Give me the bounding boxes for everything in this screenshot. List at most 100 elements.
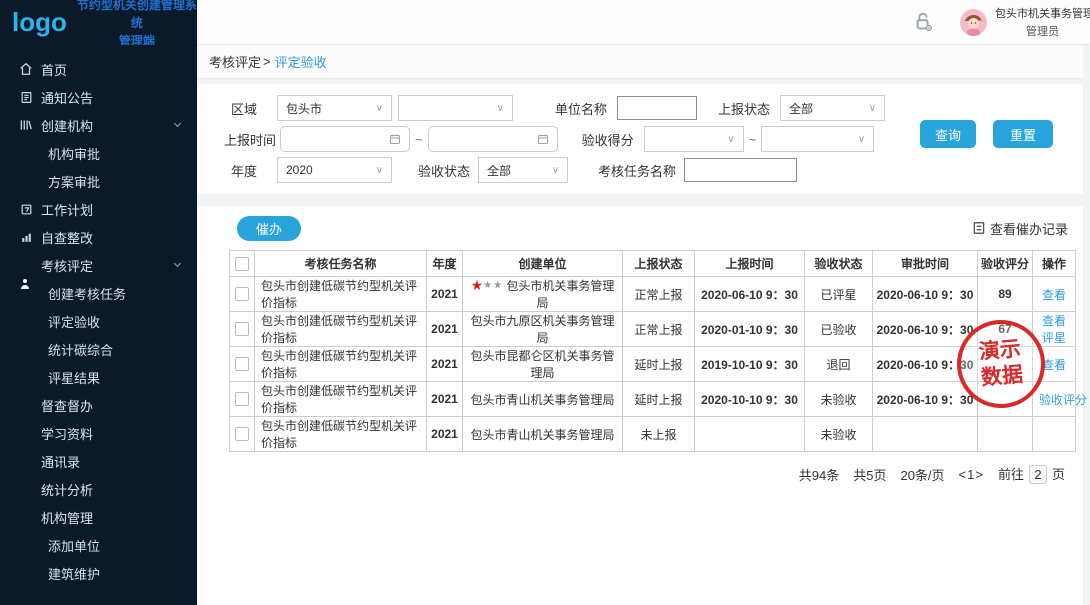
cell-task: 包头市创建低碳节约型机关评价指标: [255, 277, 427, 312]
breadcrumb-current[interactable]: 评定验收: [275, 52, 327, 71]
row-checkbox[interactable]: [235, 322, 249, 336]
report-status-select[interactable]: 全部∨: [780, 95, 885, 121]
view-urge-records-link[interactable]: 查看催办记录: [972, 219, 1068, 238]
pagination-pages: 共5页: [853, 465, 886, 484]
reset-button[interactable]: 重置: [993, 120, 1053, 148]
cell-score: 89: [978, 277, 1033, 312]
region-select[interactable]: 包头市 ∨: [277, 95, 392, 121]
sidebar-item-notices[interactable]: 通知公告: [0, 83, 197, 111]
sidebar-item-label: 创建机构: [41, 116, 93, 135]
sidebar-item-label: 统计碳综合: [48, 340, 113, 359]
sidebar-item-acceptance[interactable]: 评定验收: [0, 307, 197, 335]
table-row: 包头市创建低碳节约型机关评价指标 2021 包头市青山机关事务管理局 未上报 未…: [230, 417, 1076, 452]
sidebar-item-supervision[interactable]: 督查督办: [0, 391, 197, 419]
score-to-select[interactable]: ∨: [761, 126, 874, 152]
calendar-icon: [18, 203, 34, 216]
cell-accept-status: 退回: [805, 347, 873, 382]
sidebar-item-create-task[interactable]: 创建考核任务: [0, 279, 197, 307]
cell-unit: 包头市青山机关事务管理局: [463, 382, 623, 417]
search-button[interactable]: 查询: [920, 120, 976, 148]
accept-status-select[interactable]: 全部∨: [478, 157, 568, 183]
goto-page-input[interactable]: 2: [1029, 465, 1047, 484]
col-score: 验收评分: [978, 251, 1033, 277]
logout-lock-icon[interactable]: [912, 11, 934, 33]
accept-status-select-value: 全部: [487, 162, 511, 179]
view-link[interactable]: 查看: [1042, 288, 1066, 302]
cell-year: 2021: [427, 382, 463, 417]
sidebar-item-label: 统计分析: [41, 480, 93, 499]
user-info[interactable]: 包头市机关事务管理局 管理员: [995, 5, 1090, 39]
sidebar-item-org-management[interactable]: 机构管理: [0, 503, 197, 531]
user-avatar[interactable]: [960, 9, 987, 36]
cell-approve-time: 2020-06-10 9：30: [873, 277, 978, 312]
app-window: logo 节约型机关创建管理系统 管理端: [0, 0, 1090, 605]
pagination-total: 共94条: [799, 465, 839, 484]
sidebar-item-add-unit[interactable]: 添加单位: [0, 531, 197, 559]
sidebar-item-contacts[interactable]: 通讯录: [0, 447, 197, 475]
sidebar-item-study-materials[interactable]: 学习资料: [0, 419, 197, 447]
cell-accept-status: 已验收: [805, 312, 873, 347]
sidebar-item-label: 自查整改: [41, 228, 93, 247]
range-separator: ~: [749, 132, 757, 147]
rate-star-link[interactable]: 评星: [1042, 331, 1066, 345]
star-gray-icons: ★★: [483, 280, 503, 291]
calendar-icon: [389, 133, 401, 145]
row-checkbox[interactable]: [235, 392, 249, 406]
view-link[interactable]: 查看: [1042, 358, 1066, 372]
sidebar: 首页 通知公告 创建机构 机构审批 方案审批 工作计划 自查整改: [0, 45, 197, 605]
sidebar-item-home[interactable]: 首页: [0, 55, 197, 83]
cell-accept-status: 未验收: [805, 382, 873, 417]
cell-task: 包头市创建低碳节约型机关评价指标: [255, 312, 427, 347]
report-time-to-input[interactable]: [428, 126, 558, 152]
bar-chart-icon: [18, 231, 34, 244]
region-select-value: 包头市: [286, 100, 322, 117]
row-checkbox[interactable]: [235, 427, 249, 441]
sidebar-item-org-approval[interactable]: 机构审批: [0, 139, 197, 167]
sidebar-item-self-check[interactable]: 自查整改: [0, 223, 197, 251]
cell-report-status: 延时上报: [623, 382, 695, 417]
logo-block: logo 节约型机关创建管理系统 管理端: [0, 0, 197, 45]
sidebar-item-create-org[interactable]: 创建机构: [0, 111, 197, 139]
table-row: 包头市创建低碳节约型机关评价指标 2021 包头市昆都仑区机关事务管理局 延时上…: [230, 347, 1076, 382]
chevron-down-icon: ∨: [376, 103, 383, 114]
next-page-arrow[interactable]: >: [975, 467, 984, 482]
prev-page-arrow[interactable]: <: [959, 467, 968, 482]
sidebar-item-assessment[interactable]: 考核评定: [0, 251, 197, 279]
logo: logo: [12, 7, 67, 38]
unit-name-input[interactable]: [617, 96, 697, 120]
report-time-from-input[interactable]: [280, 126, 410, 152]
cell-task: 包头市创建低碳节约型机关评价指标: [255, 382, 427, 417]
breadcrumb-parent[interactable]: 考核评定: [209, 52, 261, 71]
urge-button[interactable]: 催办: [237, 216, 301, 241]
year-select[interactable]: 2020∨: [277, 157, 392, 183]
list-icon: [972, 221, 986, 235]
view-link[interactable]: 查看: [1042, 314, 1066, 328]
sidebar-item-label: 考核评定: [41, 256, 93, 275]
row-checkbox[interactable]: [235, 287, 249, 301]
sidebar-item-work-plan[interactable]: 工作计划: [0, 195, 197, 223]
year-label: 年度: [231, 161, 277, 180]
sidebar-item-carbon-stats[interactable]: 统计碳综合: [0, 335, 197, 363]
select-all-checkbox[interactable]: [235, 257, 249, 271]
sidebar-item-building-maintenance[interactable]: 建筑维护: [0, 559, 197, 587]
accept-status-label: 验收状态: [418, 161, 470, 180]
row-checkbox[interactable]: [235, 357, 249, 371]
accept-score-link[interactable]: 验收评分: [1039, 393, 1087, 407]
unit-name-label: 单位名称: [555, 99, 607, 118]
cell-unit: 包头市青山机关事务管理局: [463, 417, 623, 452]
chevron-down-icon: [172, 118, 183, 133]
home-icon: [18, 62, 34, 76]
sub-region-select[interactable]: ∨: [398, 95, 513, 121]
chevron-down-icon: ∨: [858, 134, 865, 145]
sidebar-item-star-results[interactable]: 评星结果: [0, 363, 197, 391]
sidebar-item-label: 工作计划: [41, 200, 93, 219]
task-name-input[interactable]: [684, 158, 797, 182]
sidebar-item-plan-approval[interactable]: 方案审批: [0, 167, 197, 195]
chevron-down-icon: ∨: [727, 134, 734, 145]
sidebar-item-statistics[interactable]: 统计分析: [0, 475, 197, 503]
cell-year: 2021: [427, 312, 463, 347]
score-from-select[interactable]: ∨: [644, 126, 744, 152]
sidebar-item-label: 评星结果: [48, 368, 100, 387]
pagination-per-page[interactable]: 20条/页: [900, 465, 944, 484]
cell-report-time: [695, 417, 805, 452]
